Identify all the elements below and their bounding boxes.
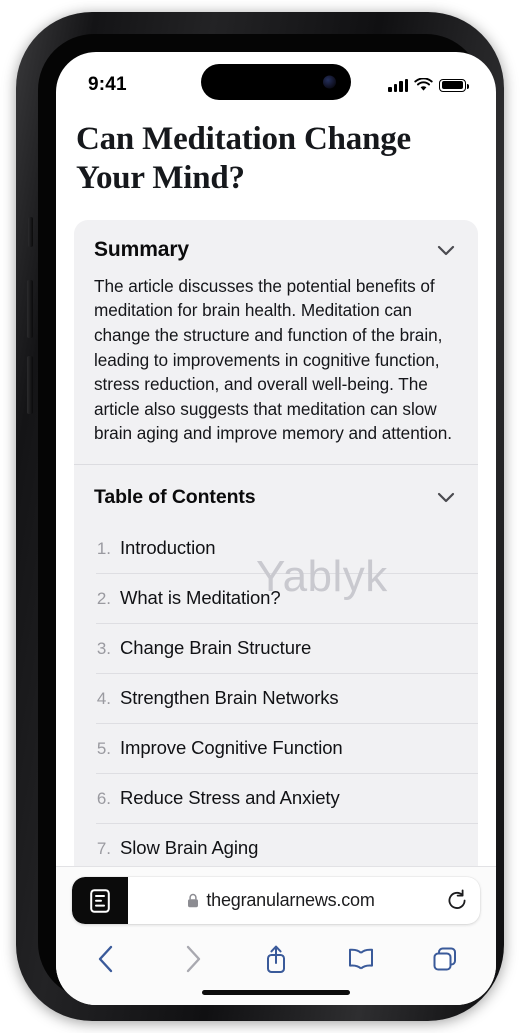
browser-toolbar — [56, 932, 496, 984]
list-item[interactable]: 1. Introduction — [74, 523, 478, 573]
lock-icon — [188, 893, 199, 908]
page-title: Can Meditation Change Your Mind? — [76, 121, 411, 196]
home-indicator — [202, 990, 350, 995]
iphone-device-frame: 9:41 Can Meditation Change Your Mind? Su… — [16, 12, 504, 1021]
list-item-label: Change Brain Structure — [120, 637, 312, 659]
summary-header[interactable]: Summary — [74, 220, 478, 274]
list-item-number: 3. — [96, 639, 111, 659]
list-item[interactable]: 3. Change Brain Structure — [74, 623, 478, 673]
list-item-label: What is Meditation? — [120, 587, 281, 609]
phone-screen: 9:41 Can Meditation Change Your Mind? Su… — [56, 52, 496, 1005]
wifi-icon — [414, 78, 433, 91]
screenshot-stage: 9:41 Can Meditation Change Your Mind? Su… — [0, 0, 520, 1033]
summary-section: Summary The article discusses the potent… — [74, 220, 478, 464]
chevron-down-icon[interactable] — [434, 485, 458, 509]
status-bar-indicators — [388, 78, 469, 92]
reload-icon[interactable] — [434, 889, 480, 912]
browser-bottom-bar: thegranularnews.com — [56, 866, 496, 1005]
toc-list: 1. Introduction 2. What is Meditation? 3… — [74, 523, 478, 873]
list-item-label: Slow Brain Aging — [120, 837, 259, 859]
list-item-number: 1. — [96, 539, 111, 559]
reader-mode-icon[interactable] — [72, 877, 128, 924]
list-item-label: Reduce Stress and Anxiety — [120, 787, 340, 809]
forward-button — [171, 938, 213, 980]
address-bar[interactable]: thegranularnews.com — [72, 877, 480, 924]
share-button[interactable] — [255, 938, 297, 980]
tabs-button[interactable] — [424, 938, 466, 980]
table-of-contents-section: Table of Contents 1. Introduction 2. Wha… — [74, 465, 478, 873]
bookmarks-button[interactable] — [340, 938, 382, 980]
dynamic-island — [201, 64, 351, 100]
back-button[interactable] — [86, 938, 128, 980]
status-bar-time: 9:41 — [88, 74, 127, 95]
address-bar-row: thegranularnews.com — [56, 867, 496, 932]
toc-header[interactable]: Table of Contents — [74, 465, 478, 523]
volume-down-button[interactable] — [27, 356, 33, 414]
list-item-label: Introduction — [120, 537, 216, 559]
status-bar: 9:41 — [56, 52, 496, 104]
list-item[interactable]: 4. Strengthen Brain Networks — [74, 673, 478, 723]
list-item-number: 6. — [96, 789, 111, 809]
chevron-down-icon[interactable] — [434, 238, 458, 262]
url-display[interactable]: thegranularnews.com — [128, 890, 434, 911]
list-item-label: Strengthen Brain Networks — [120, 687, 339, 709]
list-item[interactable]: 2. What is Meditation? — [74, 573, 478, 623]
silent-switch-button[interactable] — [28, 217, 33, 247]
toc-heading: Table of Contents — [94, 485, 256, 508]
volume-up-button[interactable] — [27, 280, 33, 338]
list-item[interactable]: 6. Reduce Stress and Anxiety — [74, 773, 478, 823]
url-text: thegranularnews.com — [206, 890, 375, 910]
list-item-label: Improve Cognitive Function — [120, 737, 343, 759]
list-item[interactable]: 5. Improve Cognitive Function — [74, 723, 478, 773]
front-camera-icon — [323, 75, 336, 89]
cellular-bars-icon — [388, 78, 408, 92]
list-item-number: 4. — [96, 689, 111, 709]
list-item-number: 2. — [96, 589, 111, 609]
list-item-number: 5. — [96, 739, 111, 759]
summary-text: The article discusses the potential bene… — [94, 275, 452, 444]
summary-heading: Summary — [94, 237, 190, 261]
battery-full-icon — [439, 78, 469, 92]
reader-cards: Summary The article discusses the potent… — [74, 219, 478, 874]
list-item-number: 7. — [96, 839, 111, 859]
reader-content: Can Meditation Change Your Mind? Summary… — [56, 104, 496, 901]
